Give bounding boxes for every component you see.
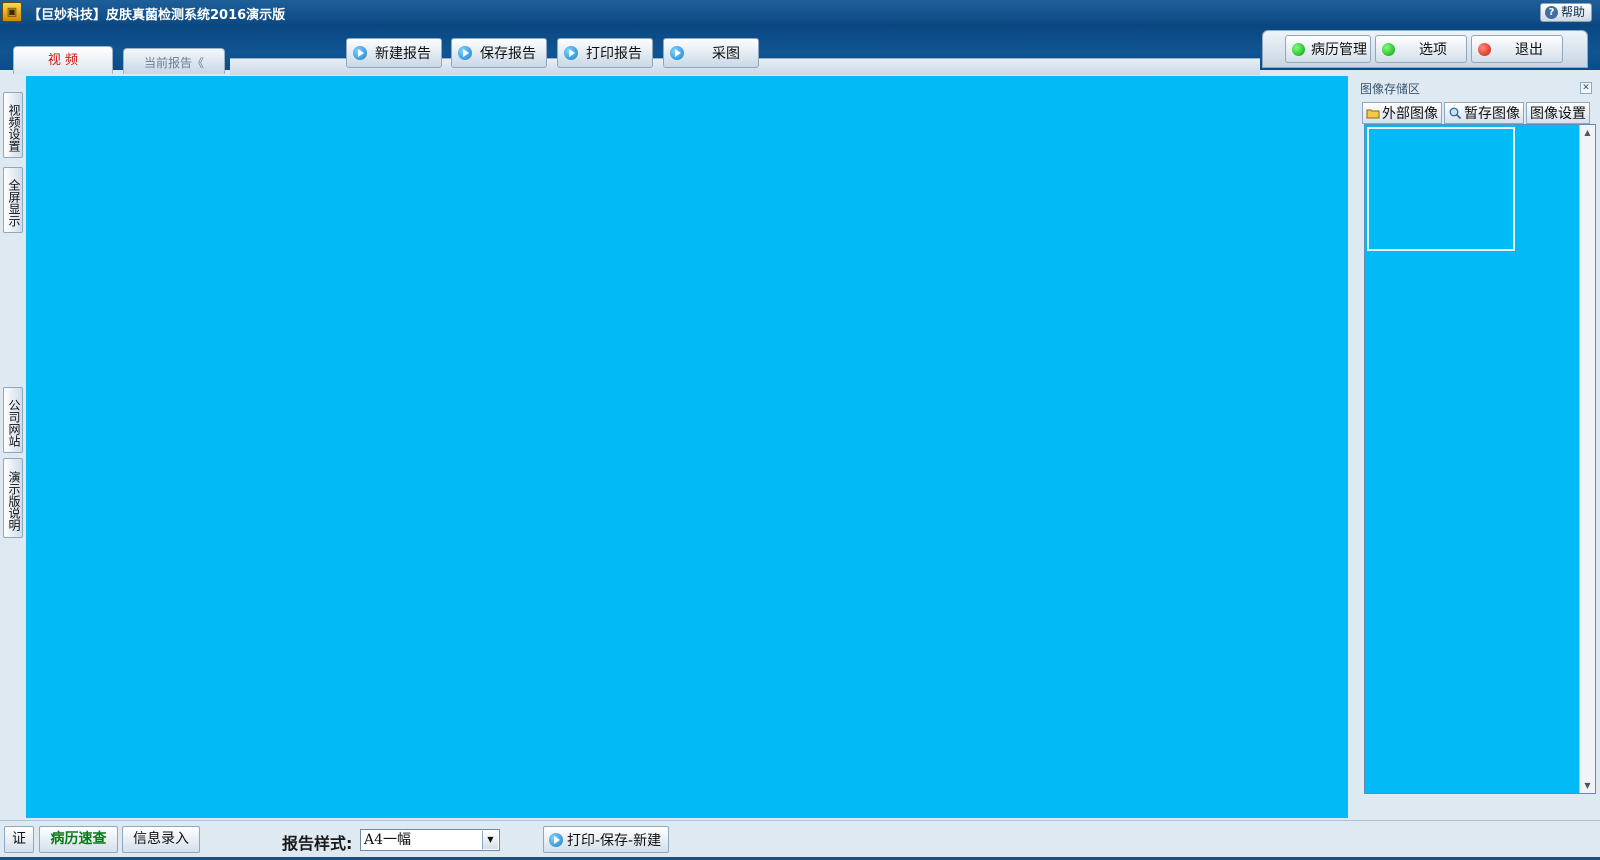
green-status-icon (1382, 42, 1395, 56)
arrow-right-icon (549, 832, 563, 847)
arrow-right-icon (458, 46, 472, 60)
chevron-down-icon[interactable]: ▼ (482, 831, 498, 849)
exit-label: 退出 (1515, 42, 1543, 58)
tab-video[interactable]: 视 频 (13, 46, 113, 74)
storage-tabs: 外部图像 暂存图像 图像设置 (1362, 102, 1598, 124)
tab-temp-label: 暂存图像 (1464, 106, 1520, 122)
new-report-button[interactable]: 新建报告 (346, 38, 442, 68)
certificate-button[interactable]: 证 (4, 826, 34, 853)
demo-notes-button[interactable]: 演示版说明 (3, 458, 23, 538)
folder-icon (1366, 109, 1380, 119)
report-style-select[interactable]: A4一幅 ▼ (360, 829, 500, 851)
fullscreen-button[interactable]: 全屏显示 (3, 167, 23, 233)
print-report-label: 打印报告 (586, 46, 642, 62)
scroll-up-icon[interactable]: ▲ (1582, 127, 1593, 138)
quick-records-button[interactable]: 病历速查 (39, 826, 118, 853)
options-button[interactable]: 选项 (1375, 35, 1467, 63)
print-save-new-label: 打印-保存-新建 (567, 832, 662, 849)
capture-label: 采图 (712, 46, 740, 62)
report-style-label: 报告样式: (282, 834, 353, 853)
image-storage-panel: 图像存储区 ✕ 外部图像 暂存图像 图像设置 ▲ ▼ (1352, 78, 1598, 820)
print-save-new-button[interactable]: 打印-保存-新建 (543, 826, 669, 853)
tab-temp-images[interactable]: 暂存图像 (1444, 102, 1524, 124)
close-icon[interactable]: ✕ (1580, 82, 1592, 94)
new-report-label: 新建报告 (375, 46, 431, 62)
save-report-label: 保存报告 (480, 46, 536, 62)
tab-current-report[interactable]: 当前报告《 (123, 48, 225, 74)
records-management-button[interactable]: 病历管理 (1285, 35, 1371, 63)
options-label: 选项 (1419, 42, 1447, 58)
green-status-icon (1292, 42, 1305, 56)
info-entry-button[interactable]: 信息录入 (122, 826, 200, 853)
tab-image-settings[interactable]: 图像设置 (1526, 102, 1590, 124)
arrow-right-icon (353, 46, 367, 60)
scroll-down-icon[interactable]: ▼ (1582, 780, 1593, 791)
tab-settings-label: 图像设置 (1530, 106, 1586, 122)
red-status-icon (1478, 42, 1491, 56)
header-band: 视 频 当前报告《 新建报告 保存报告 打印报告 采图 病历管理 选项 退出 (0, 24, 1600, 75)
exit-button[interactable]: 退出 (1471, 35, 1563, 63)
title-bar: ▣ 【巨妙科技】皮肤真菌检测系统2016演示版 ? 帮助 (0, 0, 1600, 24)
print-report-button[interactable]: 打印报告 (557, 38, 653, 68)
help-button[interactable]: ? 帮助 (1539, 3, 1592, 22)
question-icon: ? (1544, 6, 1558, 19)
arrow-right-icon (564, 46, 578, 60)
thumbnail-slot[interactable] (1367, 127, 1515, 251)
thumbnail-scrollbar[interactable]: ▲ ▼ (1579, 125, 1595, 793)
tab-external-images[interactable]: 外部图像 (1362, 102, 1442, 124)
app-lock-icon: ▣ (2, 2, 22, 22)
thumbnail-list[interactable]: ▲ ▼ (1364, 124, 1596, 794)
records-management-label: 病历管理 (1311, 42, 1367, 58)
help-label: 帮助 (1560, 5, 1585, 19)
magnifier-icon (1449, 107, 1462, 119)
left-side-strip: 视频设置 全屏显示 公司网站 演示版说明 (0, 76, 26, 820)
company-website-button[interactable]: 公司网站 (3, 387, 23, 453)
capture-button[interactable]: 采图 (663, 38, 759, 68)
video-settings-button[interactable]: 视频设置 (3, 92, 23, 158)
save-report-button[interactable]: 保存报告 (451, 38, 547, 68)
storage-title: 图像存储区 (1360, 82, 1421, 96)
bottom-bar: 证 病历速查 信息录入 报告样式: A4一幅 ▼ 打印-保存-新建 (0, 820, 1600, 860)
arrow-right-icon (670, 46, 684, 60)
report-style-value: A4一幅 (364, 832, 412, 848)
window-title: 【巨妙科技】皮肤真菌检测系统2016演示版 (28, 8, 286, 23)
tab-external-label: 外部图像 (1382, 106, 1438, 122)
video-preview-area[interactable] (26, 76, 1348, 818)
